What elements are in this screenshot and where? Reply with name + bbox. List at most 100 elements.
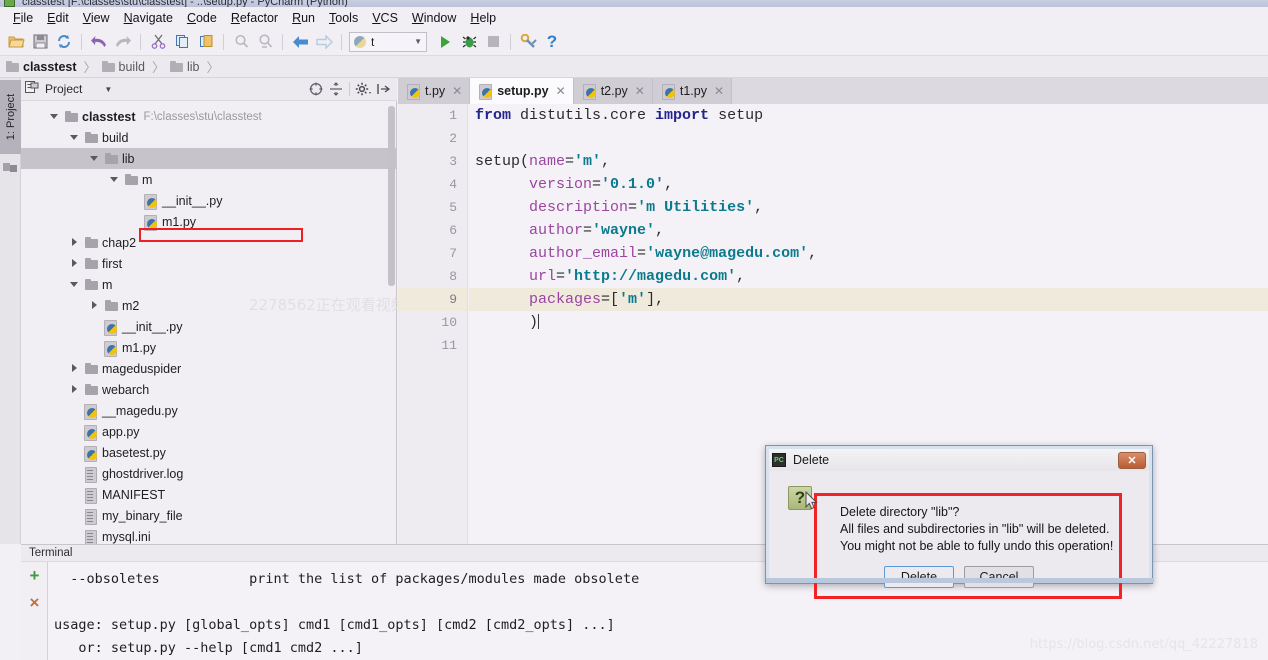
tree-item-m[interactable]: m — [21, 274, 397, 295]
gear-icon[interactable] — [353, 79, 373, 99]
app-icon — [4, 0, 15, 7]
paste-icon[interactable] — [194, 30, 218, 54]
chevron-down-icon[interactable]: ▼ — [414, 37, 422, 46]
code-line[interactable]: author='wayne', — [469, 219, 1268, 242]
chevron-down-icon[interactable] — [49, 111, 60, 122]
editor-tab-t2-py[interactable]: t2.py ✕ — [573, 78, 653, 104]
run-configuration-selector[interactable]: t ▼ — [349, 31, 427, 52]
find-icon[interactable] — [229, 30, 253, 54]
tree-item-mageduspider[interactable]: mageduspider — [21, 358, 397, 379]
tree-item---magedu-py[interactable]: __magedu.py — [21, 400, 397, 421]
chevron-down-icon[interactable] — [69, 279, 80, 290]
tree-item-m[interactable]: m — [21, 169, 397, 190]
editor-tab-t-py[interactable]: t.py ✕ — [398, 78, 471, 104]
close-icon[interactable]: ✕ — [1118, 451, 1146, 469]
tree-item-mysql-ini[interactable]: mysql.ini — [21, 526, 397, 544]
cut-icon[interactable] — [146, 30, 170, 54]
menu-item-window[interactable]: Window — [405, 9, 463, 27]
tree-item-basetest-py[interactable]: basetest.py — [21, 442, 397, 463]
menu-item-help[interactable]: Help — [463, 9, 503, 27]
chevron-right-icon[interactable] — [69, 258, 80, 269]
save-icon[interactable] — [28, 30, 52, 54]
back-icon[interactable] — [288, 30, 312, 54]
chevron-down-icon[interactable] — [109, 174, 120, 185]
settings-wrench-icon[interactable] — [516, 30, 540, 54]
menu-item-edit[interactable]: Edit — [40, 9, 76, 27]
code-line[interactable]: ) — [469, 311, 1268, 334]
tree-item-webarch[interactable]: webarch — [21, 379, 397, 400]
tree-item-lib[interactable]: lib — [21, 148, 397, 169]
terminal-close-button[interactable]: × — [21, 589, 48, 616]
code-line[interactable]: version='0.1.0', — [469, 173, 1268, 196]
collapse-locate-icon[interactable] — [306, 79, 326, 99]
tree-item-classtest[interactable]: classtest F:\classes\stu\classtest — [21, 106, 397, 127]
chevron-down-icon[interactable] — [69, 132, 80, 143]
debug-icon[interactable] — [457, 30, 481, 54]
chevron-right-icon[interactable] — [69, 363, 80, 374]
project-tree-scrollbar[interactable] — [388, 106, 395, 286]
terminal-add-button[interactable]: + — [21, 562, 48, 589]
forward-icon[interactable] — [312, 30, 336, 54]
menu-item-refactor[interactable]: Refactor — [224, 9, 285, 27]
menu-item-view[interactable]: View — [76, 9, 117, 27]
editor-tab-t1-py[interactable]: t1.py ✕ — [652, 78, 733, 104]
tree-item-first[interactable]: first — [21, 253, 397, 274]
redo-icon[interactable] — [111, 30, 135, 54]
cancel-button[interactable]: Cancel — [964, 566, 1034, 588]
tree-item-manifest[interactable]: MANIFEST — [21, 484, 397, 505]
menu-item-file[interactable]: File — [6, 9, 40, 27]
tree-item-m1-py[interactable]: m1.py — [21, 211, 397, 232]
close-icon[interactable]: ✕ — [556, 84, 566, 98]
breadcrumb-item-build[interactable]: build — [101, 60, 145, 74]
code-line[interactable]: author_email='wayne@magedu.com', — [469, 242, 1268, 265]
expand-collapse-icon[interactable] — [326, 79, 346, 99]
tree-item-app-py[interactable]: app.py — [21, 421, 397, 442]
code-line[interactable]: setup(name='m', — [469, 150, 1268, 173]
tree-item-ghostdriver-log[interactable]: ghostdriver.log — [21, 463, 397, 484]
tree-item-chap2[interactable]: chap2 — [21, 232, 397, 253]
breadcrumb-item-lib[interactable]: lib — [169, 60, 199, 74]
delete-button[interactable]: Delete — [884, 566, 954, 588]
breadcrumb-item-classtest[interactable]: classtest — [6, 60, 77, 74]
code-line[interactable]: url='http://magedu.com', — [469, 265, 1268, 288]
stop-icon[interactable] — [481, 30, 505, 54]
chevron-down-icon[interactable] — [89, 153, 100, 164]
sync-icon[interactable] — [52, 30, 76, 54]
tree-item---init---py[interactable]: __init__.py — [21, 316, 397, 337]
code-line[interactable]: packages=['m'], — [469, 288, 1268, 311]
tree-item-build[interactable]: build — [21, 127, 397, 148]
chevron-right-icon[interactable] — [89, 300, 100, 311]
tab-terminal[interactable]: Terminal — [29, 547, 72, 559]
find-replace-icon[interactable] — [253, 30, 277, 54]
tree-item-my-binary-file[interactable]: my_binary_file — [21, 505, 397, 526]
code-line[interactable] — [469, 334, 1268, 357]
menu-item-run[interactable]: Run — [285, 9, 322, 27]
menu-item-code[interactable]: Code — [180, 9, 224, 27]
menu-item-tools[interactable]: Tools — [322, 9, 365, 27]
code-line[interactable] — [469, 127, 1268, 150]
project-tree[interactable]: classtest F:\classes\stu\classtest build li… — [21, 101, 397, 544]
tree-item-m2[interactable]: m2 — [21, 295, 397, 316]
folder-icon — [85, 279, 98, 290]
chevron-right-icon[interactable] — [69, 384, 80, 395]
close-icon[interactable]: ✕ — [635, 84, 645, 98]
code-line[interactable]: description='m Utilities', — [469, 196, 1268, 219]
close-icon[interactable]: ✕ — [714, 84, 724, 98]
help-icon[interactable]: ? — [540, 30, 564, 54]
run-icon[interactable] — [433, 30, 457, 54]
sidebar-item-project-tab[interactable]: 1: Project — [0, 80, 21, 154]
code-line[interactable]: from distutils.core import setup — [469, 104, 1268, 127]
hide-panel-icon[interactable] — [373, 79, 393, 99]
chevron-down-icon[interactable]: ▼ — [104, 85, 112, 94]
open-folder-icon[interactable] — [4, 30, 28, 54]
editor-tab-setup-py[interactable]: setup.py ✕ — [470, 78, 574, 104]
tree-item---init---py[interactable]: __init__.py — [21, 190, 397, 211]
menu-item-vcs[interactable]: VCS — [365, 9, 405, 27]
structure-icon[interactable] — [3, 160, 18, 174]
close-icon[interactable]: ✕ — [452, 84, 462, 98]
copy-icon[interactable] — [170, 30, 194, 54]
chevron-right-icon[interactable] — [69, 237, 80, 248]
undo-icon[interactable] — [87, 30, 111, 54]
menu-item-navigate[interactable]: Navigate — [117, 9, 180, 27]
tree-item-m1-py[interactable]: m1.py — [21, 337, 397, 358]
